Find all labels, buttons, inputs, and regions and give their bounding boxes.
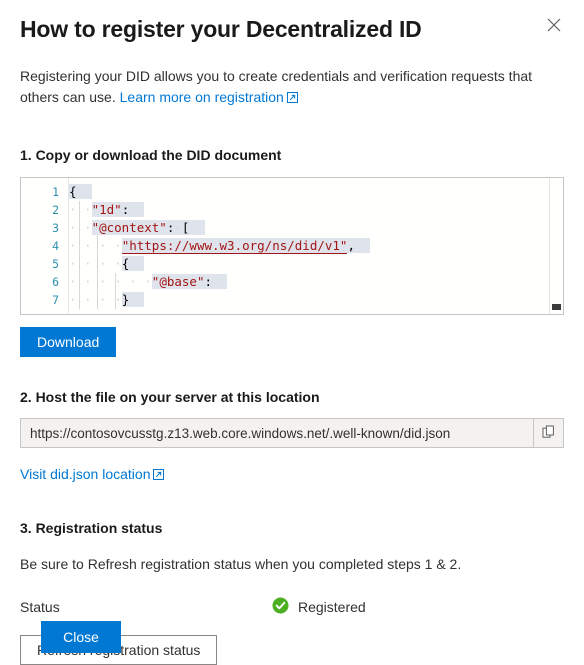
step2-heading: 2. Host the file on your server at this … [20,389,320,405]
editor-scrollbar-thumb[interactable] [552,304,561,310]
status-row: Status Registered [20,596,564,618]
status-badge: Registered [272,597,366,617]
line-number: 4 [52,239,59,253]
editor-vertical-scrollbar[interactable] [549,178,563,314]
code-line: · · · · · ·"@base": [69,273,563,291]
copy-url-button[interactable] [533,419,563,447]
step3-description: Be sure to Refresh registration status w… [20,556,462,572]
panel-header: How to register your Decentralized ID [0,0,584,44]
step1-heading: 1. Copy or download the DID document [20,147,282,163]
status-label: Status [20,599,60,615]
visit-did-json-link[interactable]: Visit did.json location [20,465,165,485]
line-number: 6 [52,275,59,289]
download-button[interactable]: Download [20,327,117,357]
external-link-icon [153,465,165,485]
copy-icon [542,425,556,442]
close-icon [547,18,561,32]
line-number: 5 [52,257,59,271]
did-document-editor[interactable]: 1 2 3 4 5 6 7 { · ·"1d": · ·"@context":·… [20,177,564,315]
did-json-url-input[interactable] [21,419,533,447]
close-button[interactable]: Close [41,621,121,653]
intro-text: Registering your DID allows you to creat… [20,66,556,109]
code-line: · ·"1d": [69,201,563,219]
code-token-key-id: "1d" [91,202,122,217]
learn-more-link[interactable]: Learn more on registration [120,89,298,105]
code-line: · · · ·"https://www.w3.org/ns/did/v1", [69,237,563,255]
line-number: 1 [52,185,59,199]
editor-gutter: 1 2 3 4 5 6 7 [21,178,69,314]
code-token-url: "https://www.w3.org/ns/did/v1" [121,238,348,254]
editor-code-area[interactable]: { · ·"1d": · ·"@context":·[ · · · ·"http… [69,178,563,314]
download-button-wrap: Download [20,327,564,357]
external-link-icon [286,88,298,109]
code-token-key-base: "@base" [151,274,205,289]
status-value-text: Registered [298,599,366,615]
footer-actions: Close [41,621,121,653]
code-line: { [69,183,563,201]
line-number: 2 [52,203,59,217]
step3-heading: 3. Registration status [20,520,163,536]
code-line: · · · ·} [69,291,563,309]
check-circle-icon [272,597,289,617]
code-line: · · · ·{ [69,255,563,273]
line-number: 3 [52,221,59,235]
close-icon-button[interactable] [538,9,570,41]
line-number: 7 [52,293,59,307]
visit-link-row: Visit did.json location [20,464,564,485]
did-json-url-field[interactable] [20,418,564,448]
learn-more-label: Learn more on registration [119,89,284,105]
visit-link-label: Visit did.json location [20,466,151,482]
code-line: · ·"@context":·[ [69,219,563,237]
page-title: How to register your Decentralized ID [20,16,422,42]
code-token-key-context: "@context" [91,220,167,235]
